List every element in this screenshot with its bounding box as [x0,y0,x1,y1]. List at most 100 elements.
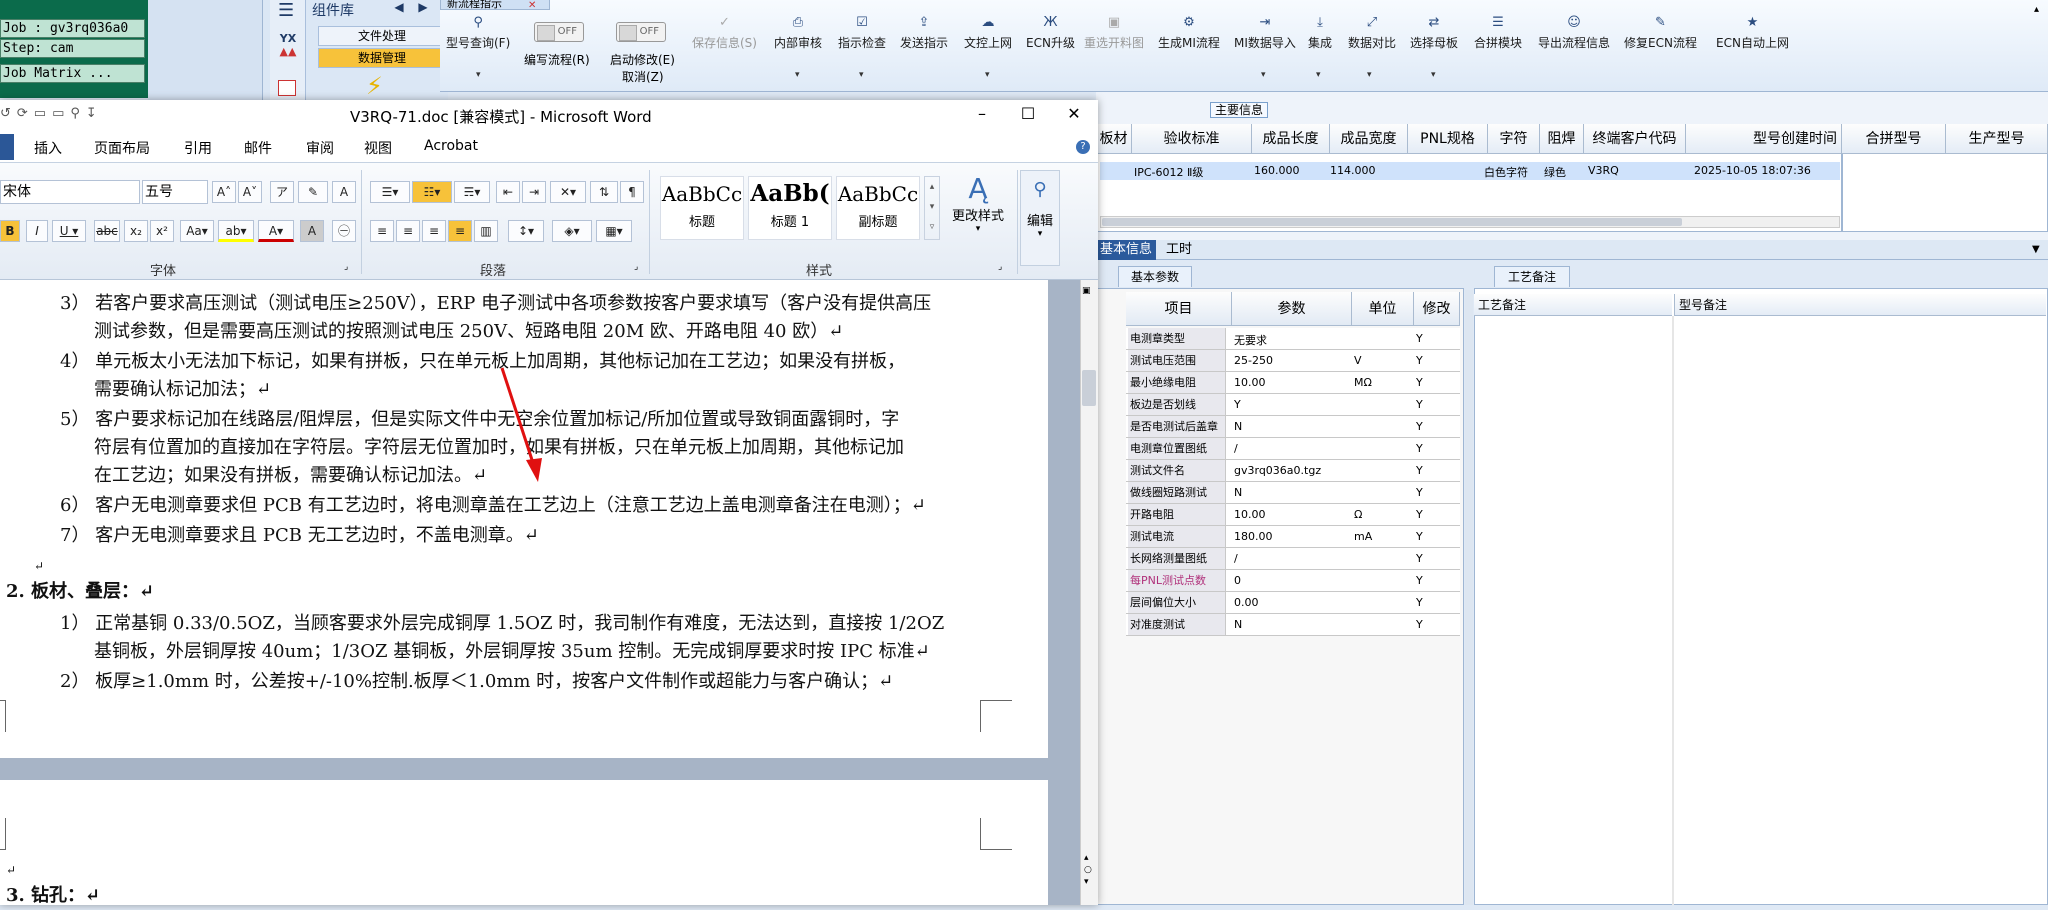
param-col-value[interactable]: 参数 [1232,292,1352,326]
instruction-check-button[interactable]: ☑ 指示检查 [838,16,886,51]
lightning-icon[interactable]: ⚡ [366,72,383,100]
col-silkscreen[interactable]: 字符 [1488,124,1540,154]
grow-font-icon[interactable]: A˄ [212,181,236,203]
repair-ecn-button[interactable]: ✎ 修复ECN流程 [1624,16,1697,51]
tab-work-hours[interactable]: 工时 [1162,240,1196,260]
write-process-toggle[interactable]: OFF [534,22,584,42]
borders-icon[interactable]: ▦▾ [596,220,632,242]
col-customer-code[interactable]: 终端客户代码 [1584,124,1686,154]
data-compare-button[interactable]: ⤢ 数据对比 [1348,16,1396,51]
bullets-icon[interactable]: ☰▾ [370,181,410,203]
integrate-button[interactable]: ⤓ 集成 [1308,16,1332,51]
col-width[interactable]: 成品宽度 [1330,124,1408,154]
justify-icon[interactable]: ≡ [448,220,472,242]
select-mother-board-dropdown-icon[interactable]: ▾ [1431,70,1436,80]
tab-process-notes[interactable]: 工艺备注 [1494,266,1570,287]
cancel-button[interactable]: 取消(Z) [622,68,664,85]
data-management-button[interactable]: 数据管理 [318,48,446,68]
param-row[interactable]: 测试电压范围 25-250 V Y [1126,350,1460,372]
export-process-info-button[interactable]: ☺ 导出流程信息 [1538,16,1610,51]
browse-buttons[interactable]: ▴ ○ ▾ [1084,852,1092,888]
increase-indent-icon[interactable]: ⇥ [522,181,546,203]
subscript-icon[interactable]: x₂ [124,220,148,242]
tab-basic-info[interactable]: 基本信息 [1096,240,1157,260]
param-row[interactable]: 电测章类型 无要求 Y [1126,328,1460,350]
param-value[interactable]: N [1234,618,1242,631]
col-board[interactable]: 板材 [1096,124,1132,154]
font-color-icon[interactable]: A▾ [258,220,294,242]
document-page-2[interactable] [0,780,1048,905]
align-left-icon[interactable]: ≡ [370,220,394,242]
internal-review-dropdown-icon[interactable]: ▾ [795,70,800,80]
tab-basic-params[interactable]: 基本参数 [1118,266,1192,287]
tab-mailings[interactable]: 邮件 [244,138,272,158]
generate-mi-button[interactable]: ⚙ 生成MI流程 [1158,16,1220,51]
minimize-icon[interactable]: – [970,104,994,124]
param-row[interactable]: 最小绝缘电阻 10.00 MΩ Y [1126,372,1460,394]
param-value[interactable]: / [1234,552,1238,565]
ecn-upgrade-button[interactable]: Ж ECN升级 [1026,16,1075,51]
param-value[interactable]: N [1234,420,1242,433]
paragraph-dialog-launcher-icon[interactable]: ⌟ [634,262,638,272]
tab-acrobat[interactable]: Acrobat [424,138,478,154]
tab-insert[interactable]: 插入 [34,138,62,158]
doc-control-online-button[interactable]: ☁ 文控上网 [964,16,1012,51]
style-subtitle[interactable]: AaBbCc 副标题 [836,176,920,240]
param-row[interactable]: 测试电流 180.00 mA Y [1126,526,1460,548]
file-tab-edge[interactable] [0,134,14,160]
shrink-font-icon[interactable]: A˅ [238,181,262,203]
prev-arrow-icon[interactable]: ◀ [390,0,408,14]
document-vscroll-thumb[interactable] [1082,370,1096,406]
bold-icon[interactable]: B [0,220,20,242]
style-heading1[interactable]: AaBb(标题 1 [748,176,832,240]
tab-review[interactable]: 审阅 [306,138,334,158]
edit-button[interactable]: ⚲ 编辑 ▾ [1020,170,1060,266]
ruler-toggle-icon[interactable]: ▣ [1082,286,1091,296]
ecn-auto-online-button[interactable]: ★ ECN自动上网 [1716,16,1789,51]
tab-view[interactable]: 视图 [364,138,392,158]
align-right-icon[interactable]: ≡ [422,220,446,242]
phonetic-icon[interactable]: ア [270,181,294,203]
param-row[interactable]: 长网络测量图纸 / Y [1126,548,1460,570]
menu-icon[interactable]: ☰ [278,0,294,21]
terminal-line-matrix[interactable]: Job Matrix ... [0,64,145,83]
col-acceptance[interactable]: 验收标准 [1132,124,1252,154]
maximize-icon[interactable]: ☐ [1016,104,1040,124]
superscript-icon[interactable]: x² [150,220,174,242]
quick-access-toolbar[interactable]: ↺⟳▭▭⚲↧ [0,106,103,121]
data-compare-dropdown-icon[interactable]: ▾ [1367,70,1372,80]
enclose-char-icon[interactable]: ㊀ [332,220,356,242]
enable-edit-toggle[interactable]: OFF [616,22,666,42]
param-value[interactable]: 0.00 [1234,596,1259,609]
col-soldermask[interactable]: 阻焊 [1540,124,1584,154]
instruction-check-dropdown-icon[interactable]: ▾ [859,70,864,80]
show-marks-icon[interactable]: ¶ [620,181,644,203]
shading-icon[interactable]: ◈▾ [552,220,592,242]
highlight-icon[interactable]: ab▾ [218,220,254,242]
param-row[interactable]: 对准度测试 N Y [1126,614,1460,636]
underline-icon[interactable]: U ▾ [52,220,86,242]
next-arrow-icon[interactable]: ▶ [414,0,432,14]
terminal-window[interactable]: Job : gv3rq036a0 Step: cam Job Matrix ..… [0,0,148,98]
change-case-icon[interactable]: Aa▾ [180,220,214,242]
multilevel-list-icon[interactable]: ☴▾ [454,181,490,203]
param-row[interactable]: 电测章位置图纸 / Y [1126,438,1460,460]
save-info-button[interactable]: ✓ 保存信息(S) [692,16,757,51]
tab-page-layout[interactable]: 页面布局 [94,138,150,158]
strikethrough-icon[interactable]: abc [94,220,120,242]
send-instruction-button[interactable]: ⇪ 发送指示 [900,16,948,51]
reselect-cutting-button[interactable]: ▣ 重选开料图 [1084,16,1144,51]
close-icon[interactable]: ✕ [1062,104,1086,124]
tab-references[interactable]: 引用 [184,138,212,158]
subtab-dropdown-icon[interactable]: ▼ [2032,244,2040,255]
col-production-model[interactable]: 生产型号 [1946,124,2048,154]
param-value[interactable]: 10.00 [1234,376,1266,389]
notes-col-process[interactable]: 工艺备注 [1474,294,1672,316]
col-created[interactable]: 型号创建时间 [1686,124,1842,154]
internal-review-button[interactable]: ⎙ 内部审核 [774,16,822,51]
asian-layout-icon[interactable]: ✕▾ [550,181,586,203]
change-styles-button[interactable]: Ą 更改样式 ▾ [944,172,1012,252]
styles-scroll[interactable]: ▴ ▾ ▿ [924,176,940,240]
param-value[interactable]: gv3rq036a0.tgz [1234,464,1321,477]
decrease-indent-icon[interactable]: ⇤ [496,181,520,203]
